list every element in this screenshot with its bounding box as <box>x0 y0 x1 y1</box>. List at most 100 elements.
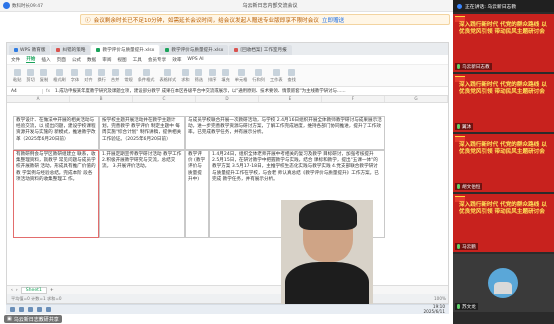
column-header[interactable]: B <box>70 96 133 102</box>
meeting-name: 乌云新日志内部交流会议 <box>242 3 298 9</box>
add-sheet-icon[interactable]: + <box>50 288 54 293</box>
ribbon-label: 复制 <box>39 76 49 82</box>
participant-name: 苏文龙 <box>455 303 478 310</box>
menu-item[interactable]: 工具 <box>133 57 142 63</box>
taskbar-icons <box>10 307 51 312</box>
menu-item[interactable]: 数据 <box>87 57 96 63</box>
ribbon-button[interactable]: 求和 <box>181 68 190 83</box>
formula-content[interactable]: 1.成功申报某年度教学研究及课题立项，建设部分教学 成果在本区各级平台中交流或展… <box>53 88 346 94</box>
sharer-label: ▣ 乌云新日志教研共享 <box>4 315 62 323</box>
ribbon-label: 表格样式 <box>159 76 177 82</box>
menu-item[interactable]: 视图 <box>117 57 126 63</box>
tool-icon <box>111 68 119 76</box>
start-icon[interactable] <box>10 307 15 312</box>
prev-sheet-icon[interactable]: ‹ <box>11 288 13 293</box>
menu-item[interactable]: 会员专享 <box>148 57 166 63</box>
ribbon-button[interactable]: 对齐 <box>84 68 93 83</box>
menu-item[interactable]: 文件 <box>11 57 20 63</box>
tool-icon <box>272 68 280 76</box>
ribbon-button[interactable]: 剪切 <box>26 68 35 83</box>
ribbon-button[interactable]: 行和列 <box>252 68 265 83</box>
menu-item[interactable]: 审阅 <box>102 57 111 63</box>
browser-icon[interactable] <box>28 307 33 312</box>
ribbon-button[interactable]: 条件格式 <box>138 68 154 83</box>
ribbon-button[interactable]: 常规 <box>124 68 133 83</box>
ribbon-button[interactable]: 筛选 <box>194 68 204 83</box>
menu-item[interactable]: 开始 <box>26 56 36 63</box>
ribbon-button[interactable]: 复制 <box>39 68 49 83</box>
ribbon-button[interactable]: 换行 <box>98 68 106 83</box>
menu-item[interactable]: 插入 <box>41 57 50 63</box>
tab-label: 教学评价与质量提升.xlsx <box>102 48 155 53</box>
ribbon-button[interactable]: 单元格 <box>235 68 247 83</box>
sheet-tab[interactable]: Sheet1 <box>20 286 47 294</box>
ribbon-button[interactable]: 字体 <box>71 68 79 83</box>
tab-label: 教学评价与质量提升.xlsx <box>171 48 224 53</box>
tile-banner-text: 深入践行新时代 代党的群众路线 以优良党风引领 带动民风主题研讨会 <box>459 142 547 155</box>
participant-tile[interactable]: 苏文龙 <box>453 254 554 312</box>
tab-document[interactable]: 教学评价与质量提升.xlsx <box>91 45 160 55</box>
participant-tile[interactable]: 深入践行新时代 代党的群众路线 以优良党风引领 带动民风主题研讨会 胡文伯恒 <box>453 134 554 192</box>
ribbon-button[interactable]: 排序 <box>208 68 216 83</box>
table-cell[interactable]: 教学设计、在做法中开展的相关活动与经验交流，以 提出问题，建设学校课程资源开发与… <box>13 116 99 150</box>
column-header[interactable]: E <box>259 96 322 102</box>
tool-icon <box>181 68 189 76</box>
column-header[interactable]: F <box>322 96 385 102</box>
participant-name-label: 乌云新日志教 <box>462 64 490 70</box>
time-limit-notice: ⓘ 会议剩余时长已不足10分钟，如需延长会议时间，给会议发起人赠送专业版即享不限… <box>80 14 450 25</box>
speaking-indicator: 正在讲话: 乌云新日志教 <box>453 0 554 12</box>
table-cell[interactable]: 有教研例会与学区教研组建立 联系，收集整理资料，就教学 常见问题与成员学校开展教… <box>13 150 99 238</box>
menu-item[interactable]: 公式 <box>72 57 81 63</box>
microphone-icon <box>457 64 460 69</box>
ribbon-button[interactable]: 格式刷 <box>53 68 66 83</box>
column-header[interactable]: A <box>7 96 70 102</box>
taskbar-clock: 19:10 2025/6/11 <box>423 304 445 315</box>
tab-document[interactable]: 教学评价与质量提升.xlsx <box>160 45 229 55</box>
column-header[interactable]: D <box>196 96 259 102</box>
tab-document[interactable]: WPS 教育版 <box>9 45 51 55</box>
ribbon-label: 合并 <box>110 76 120 82</box>
participant-tile[interactable]: 深入践行新时代 代党的群众路线 以优良党风引领 带动民风主题研讨会 马云鹏 <box>453 194 554 252</box>
zoom-level[interactable]: 100% <box>434 296 446 301</box>
ribbon-label: 筛选 <box>194 76 204 82</box>
tab-label: 纠错的策略 <box>62 48 86 53</box>
table-cell[interactable]: 按学校主题开展活动并在教学主题计划，完善教学 教学评价 制定主题中 每周实施"综… <box>99 116 185 150</box>
ribbon-button[interactable]: 填充 <box>221 68 230 83</box>
search-icon[interactable] <box>19 307 24 312</box>
tab-document[interactable]: [回收档案] 工作室月报 <box>229 45 292 55</box>
tool-icon <box>222 68 230 76</box>
menu-item[interactable]: 效率 <box>172 57 181 63</box>
microphone-icon <box>457 244 460 249</box>
menu-item[interactable]: 页面 <box>57 57 66 63</box>
column-header[interactable]: G <box>385 96 448 102</box>
column-headers: ABCDEFG <box>7 96 448 103</box>
wps-icon[interactable] <box>46 307 51 312</box>
menu-item[interactable]: WPS AI <box>187 57 203 62</box>
participant-name: 马云鹏 <box>455 243 478 250</box>
participant-tile[interactable]: 深入践行新时代 代党的群众路线 以优良党风引领 带动民风主题研讨会 翼沐 <box>453 74 554 132</box>
column-header[interactable]: C <box>133 96 196 102</box>
tab-document[interactable]: 纠错的策略 <box>51 45 91 55</box>
document-icon <box>56 48 61 52</box>
participant-name-label: 马云鹏 <box>462 244 476 250</box>
table-cell[interactable]: 教学评价 (教学评价与质量提升中) <box>185 150 209 238</box>
info-icon: ⓘ <box>85 17 91 24</box>
gift-now-link[interactable]: 立即赠送 <box>322 16 344 24</box>
cell-reference-box[interactable]: A4 <box>7 88 43 94</box>
folder-icon[interactable] <box>37 307 42 312</box>
clock-date: 2025/6/11 <box>423 308 445 314</box>
ribbon-button[interactable]: 粘贴 <box>13 68 21 83</box>
table-cell[interactable]: 与成员学校联合开展一次教研活动，与学校 2.4月16日组织开展全体教师教学研讨与… <box>185 116 385 150</box>
ribbon-button[interactable]: 工作表 <box>270 68 283 83</box>
wps-menu-bar: 文件 开始 插入 页面 公式 数据 审阅 视图 工具 会员专享 效率 WPS AI <box>7 55 448 65</box>
ribbon-button[interactable]: 表格样式 <box>159 68 177 83</box>
tool-icon <box>71 68 79 76</box>
table-cell[interactable]: 1.开展定期宣传教学研讨活动 教学工作 2.积极开展教学研究与交流，总结交流。 … <box>99 150 185 238</box>
ribbon-button[interactable]: 合并 <box>110 68 120 83</box>
tool-icon <box>55 68 63 76</box>
notice-text: 会议剩余时长已不足10分钟，如需延长会议时间，给会议发起人赠送专业版即享不限时会… <box>93 17 319 24</box>
ribbon-button[interactable]: 查找 <box>288 68 296 83</box>
next-sheet-icon[interactable]: › <box>16 288 18 293</box>
tool-icon <box>84 68 92 76</box>
participant-tile[interactable]: 深入践行新时代 代党的群众路线 以优良党风引领 带动民风主题研讨会 乌云新日志教 <box>453 14 554 72</box>
